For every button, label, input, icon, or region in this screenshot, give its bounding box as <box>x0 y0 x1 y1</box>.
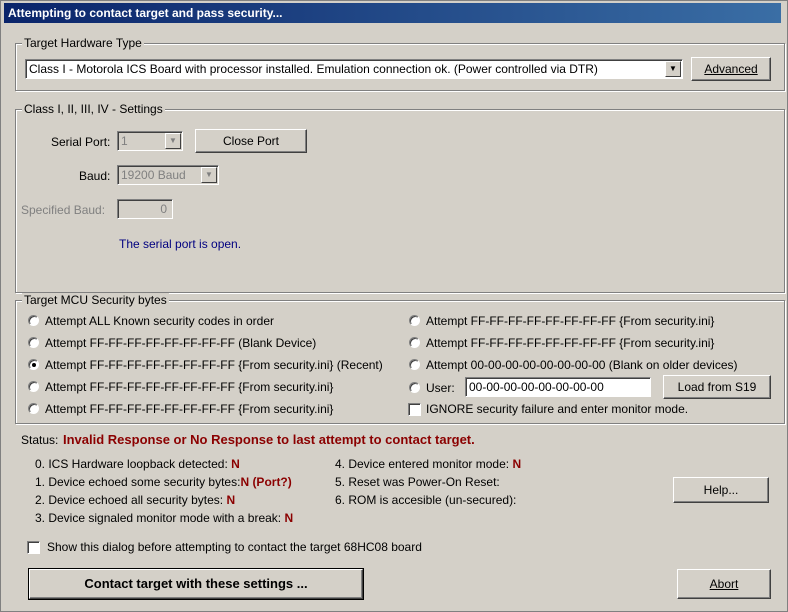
help-label: Help... <box>703 483 739 497</box>
security-radio-ini-3[interactable] <box>409 315 420 326</box>
status-item-6: 6. ROM is accesible (un-secured): <box>335 493 517 507</box>
user-label: User: <box>426 381 455 395</box>
chevron-down-icon[interactable]: ▼ <box>665 61 681 77</box>
specified-baud-label: Specified Baud: <box>21 203 106 217</box>
security-radio-ini-1[interactable] <box>28 381 39 392</box>
help-button[interactable]: Help... <box>673 477 769 503</box>
status-item-value: N <box>231 457 240 471</box>
status-item-5: 5. Reset was Power-On Reset: <box>335 475 500 489</box>
status-item-text: 2. Device echoed all security bytes: <box>35 493 224 507</box>
baud-value: 19200 Baud <box>121 168 186 182</box>
security-radio-recent[interactable] <box>28 359 39 370</box>
abort-button[interactable]: Abort <box>677 569 771 599</box>
status-message: Invalid Response or No Response to last … <box>63 432 475 447</box>
hardware-legend: Target Hardware Type <box>22 36 144 50</box>
security-option-label[interactable]: Attempt FF-FF-FF-FF-FF-FF-FF-FF {From se… <box>426 314 714 328</box>
abort-label: Abort <box>709 577 739 591</box>
specified-baud-input[interactable]: 0 <box>117 199 173 219</box>
baud-select[interactable]: 19200 Baud ▼ <box>117 165 219 185</box>
security-option-label[interactable]: Attempt 00-00-00-00-00-00-00-00 (Blank o… <box>426 358 738 372</box>
security-radio-blank[interactable] <box>28 337 39 348</box>
status-item-3: 3. Device signaled monitor mode with a b… <box>35 511 293 525</box>
security-radio-user[interactable] <box>409 382 420 393</box>
status-item-value: N <box>512 457 522 471</box>
contact-target-button[interactable]: Contact target with these settings ... <box>28 568 364 600</box>
security-radio-zeros[interactable] <box>409 359 420 370</box>
security-option-label[interactable]: Attempt FF-FF-FF-FF-FF-FF-FF-FF {From se… <box>45 358 383 372</box>
security-radio-ini-4[interactable] <box>409 337 420 348</box>
status-item-0: 0. ICS Hardware loopback detected: N <box>35 457 240 471</box>
serial-port-value: 1 <box>121 134 128 148</box>
dialog-window: Attempting to contact target and pass se… <box>0 0 788 612</box>
ignore-security-label[interactable]: IGNORE security failure and enter monito… <box>426 402 688 416</box>
status-item-text: 0. ICS Hardware loopback detected: <box>35 457 228 471</box>
ignore-security-checkbox[interactable] <box>408 403 421 416</box>
security-radio-all[interactable] <box>28 315 39 326</box>
status-item-text: 3. Device signaled monitor mode with a b… <box>35 511 282 525</box>
serial-port-select[interactable]: 1 ▼ <box>117 131 183 151</box>
load-from-s19-button[interactable]: Load from S19 <box>663 375 771 399</box>
security-option-label[interactable]: Attempt FF-FF-FF-FF-FF-FF-FF-FF {From se… <box>45 380 333 394</box>
security-legend: Target MCU Security bytes <box>22 293 169 307</box>
advanced-button[interactable]: Advanced <box>691 57 771 81</box>
advanced-button-label: Advanced <box>704 62 758 76</box>
status-item-value: N <box>226 493 236 507</box>
title-bar: Attempting to contact target and pass se… <box>4 3 781 23</box>
security-radio-ini-2[interactable] <box>28 403 39 414</box>
show-dialog-label[interactable]: Show this dialog before attempting to co… <box>47 540 422 554</box>
status-item-value: N (Port?) <box>240 475 292 489</box>
security-option-label[interactable]: Attempt FF-FF-FF-FF-FF-FF-FF-FF (Blank D… <box>45 336 316 350</box>
port-status-text: The serial port is open. <box>119 237 242 251</box>
status-item-2: 2. Device echoed all security bytes: N <box>35 493 235 507</box>
chevron-down-icon[interactable]: ▼ <box>165 133 181 149</box>
user-security-input[interactable]: 00-00-00-00-00-00-00-00 <box>465 377 651 397</box>
close-port-label: Close Port <box>222 134 280 148</box>
chevron-down-icon[interactable]: ▼ <box>201 167 217 183</box>
status-item-value: N <box>284 511 294 525</box>
load-from-s19-label: Load from S19 <box>677 380 757 394</box>
show-dialog-checkbox[interactable] <box>27 541 40 554</box>
security-option-label[interactable]: Attempt FF-FF-FF-FF-FF-FF-FF-FF {From se… <box>45 402 333 416</box>
hardware-type-select[interactable]: Class I - Motorola ICS Board with proces… <box>25 59 683 79</box>
contact-target-label: Contact target with these settings ... <box>84 576 308 591</box>
status-label: Status: <box>21 433 59 447</box>
security-option-label[interactable]: Attempt FF-FF-FF-FF-FF-FF-FF-FF {From se… <box>426 336 714 350</box>
security-option-label[interactable]: Attempt ALL Known security codes in orde… <box>45 314 274 328</box>
serial-port-label: Serial Port: <box>51 135 111 149</box>
status-item-text: 1. Device echoed some security bytes: <box>35 475 241 489</box>
settings-legend: Class I, II, III, IV - Settings <box>22 102 165 116</box>
hardware-type-value: Class I - Motorola ICS Board with proces… <box>29 62 598 76</box>
baud-label: Baud: <box>79 169 111 183</box>
status-item-1: 1. Device echoed some security bytes:N (… <box>35 475 292 489</box>
status-item-text: 4. Device entered monitor mode: <box>335 457 510 471</box>
status-item-4: 4. Device entered monitor mode: N <box>335 457 521 471</box>
close-port-button[interactable]: Close Port <box>195 129 307 153</box>
